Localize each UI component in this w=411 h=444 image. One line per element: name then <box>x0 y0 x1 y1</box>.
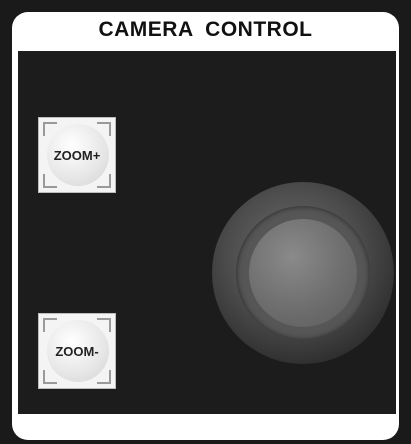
panel-title: CAMERA CONTROL <box>98 18 313 41</box>
device-frame: CAMERA CONTROL ZOOM+ ZOOM- <box>0 0 411 444</box>
control-area: ZOOM+ ZOOM- <box>18 51 396 414</box>
zoom-out-button[interactable]: ZOOM- <box>38 313 116 389</box>
joystick-icon[interactable] <box>212 182 394 364</box>
zoom-in-label: ZOOM+ <box>53 147 101 163</box>
zoom-in-button[interactable]: ZOOM+ <box>38 117 116 193</box>
joystick-cap <box>236 206 370 340</box>
zoom-out-label: ZOOM- <box>55 343 99 359</box>
camera-control-panel: CAMERA CONTROL ZOOM+ ZOOM- <box>12 12 399 440</box>
joystick-cap-inner <box>249 219 357 327</box>
